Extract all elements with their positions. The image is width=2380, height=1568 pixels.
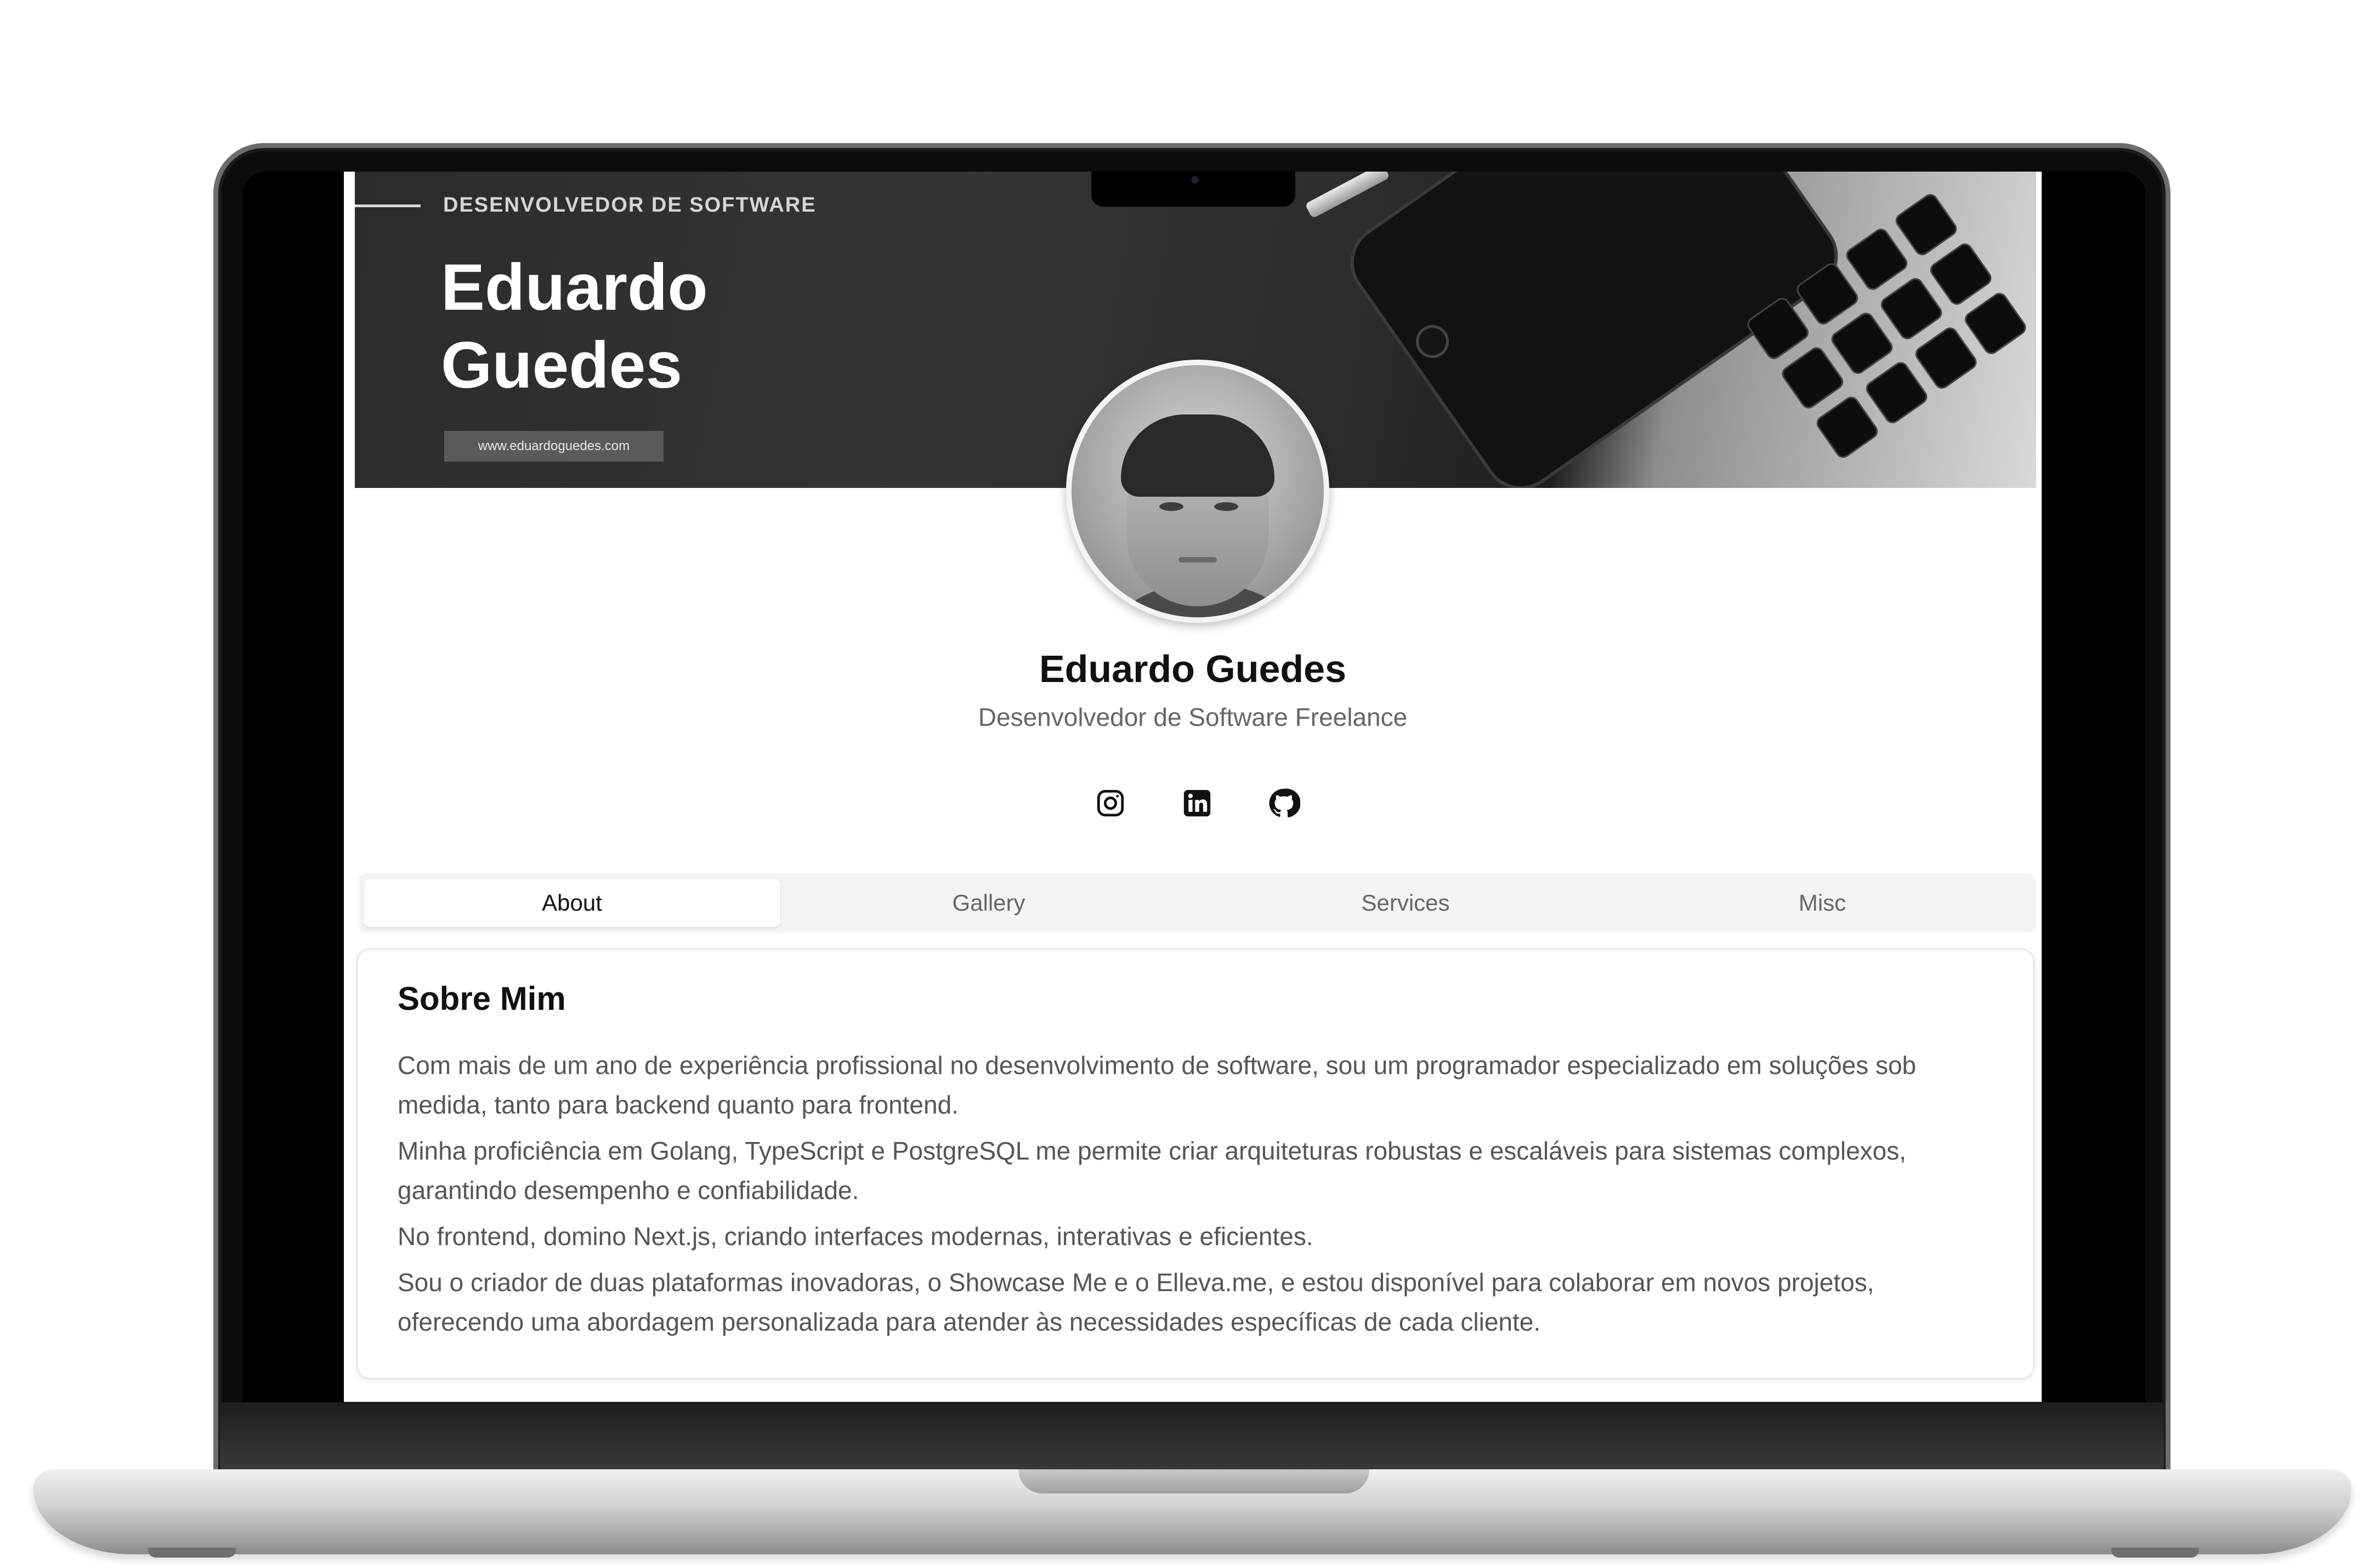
github-link[interactable] [1266,786,1301,821]
linkedin-link[interactable] [1180,786,1215,821]
keyboard-key [1779,344,1846,412]
banner-accent-line [355,204,421,207]
profile-tabs: About Gallery Services Misc [358,873,2036,933]
about-paragraph: Minha proficiência em Golang, TypeScript… [398,1137,1907,1205]
tab-about[interactable]: About [364,879,780,927]
laptop-opening-notch [1018,1469,1369,1493]
tab-misc[interactable]: Misc [1614,879,2031,927]
about-paragraph: No frontend, domino Next.js, criando int… [398,1222,1313,1251]
banner-kicker: DESENVOLVEDOR DE SOFTWARE [443,194,817,217]
keyboard-key [1912,324,1980,392]
banner-url: www.eduardoguedes.com [444,431,664,462]
social-links [1093,786,1301,835]
banner-pen [1305,172,1390,219]
profile-name: Eduardo Guedes [1039,647,1347,690]
github-icon [1269,788,1300,817]
about-text: Com mais de um ano de experiência profis… [398,1046,2004,1348]
keyboard-key [1828,309,1896,377]
banner-phone-button [1416,325,1449,358]
keyboard-key [1843,225,1911,293]
laptop-foot-left [148,1548,236,1558]
profile-page: DESENVOLVEDOR DE SOFTWARE Eduardo Guedes… [344,172,2042,1402]
avatar [1066,360,1329,623]
keyboard-key [1794,260,1861,328]
keyboard-key [1814,394,1881,461]
avatar-mouth [1178,557,1217,563]
laptop-foot-right [2111,1548,2199,1558]
banner-title: Eduardo Guedes [441,251,708,402]
about-paragraph: Com mais de um ano de experiência profis… [398,1051,1917,1119]
keyboard-key [1892,191,1960,259]
keyboard-key [1744,294,1812,362]
about-card: Sobre Mim Com mais de um ano de experiên… [356,948,2035,1380]
keyboard-key [1927,240,1994,308]
keyboard-key [1962,289,2030,357]
avatar-eye [1214,502,1238,511]
profile-role: Desenvolvedor de Software Freelance [978,703,1408,731]
about-paragraph: Sou o criador de duas plataformas inovad… [398,1268,1874,1336]
avatar-eye [1159,502,1183,511]
keyboard-key [1878,275,1945,343]
keyboard-key [1863,359,1930,427]
camera-lens [1191,176,1199,184]
tab-services[interactable]: Services [1197,879,1614,927]
about-title: Sobre Mim [398,980,566,1017]
instagram-link[interactable] [1093,786,1128,821]
laptop-chin [220,1402,2164,1473]
linkedin-icon [1183,789,1211,817]
instagram-icon [1097,789,1124,817]
tab-gallery[interactable]: Gallery [780,879,1197,927]
